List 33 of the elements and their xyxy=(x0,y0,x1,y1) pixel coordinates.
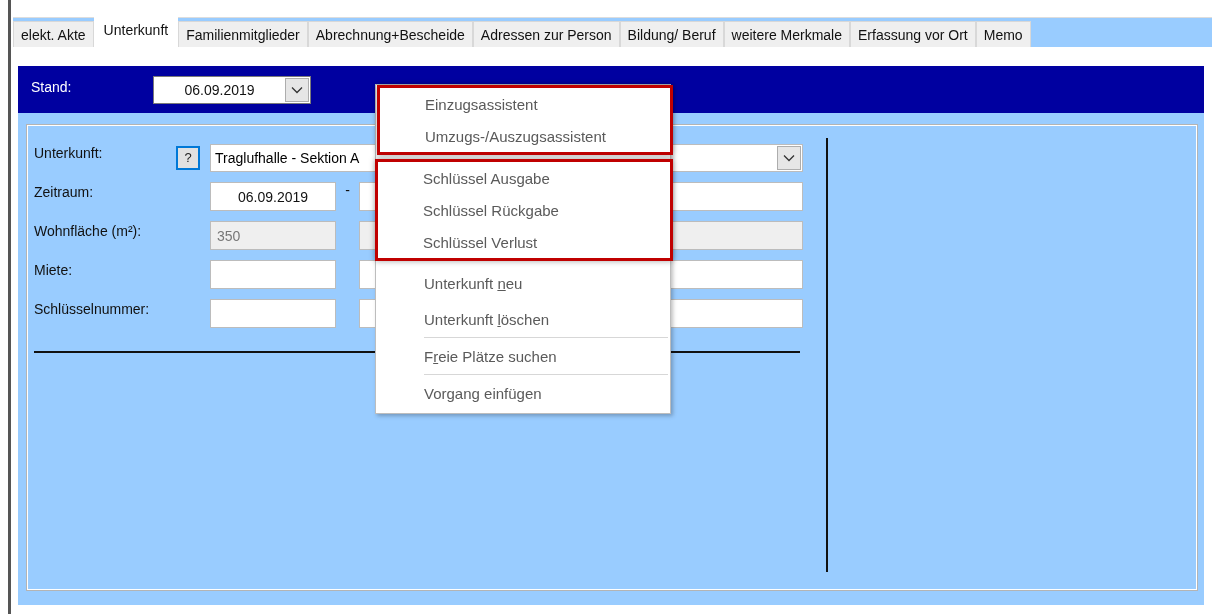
input-field: 350 xyxy=(210,221,336,250)
field-label: Wohnfläche (m²): xyxy=(34,222,143,239)
tab[interactable]: Familienmitglieder xyxy=(178,21,308,47)
tab[interactable]: Memo xyxy=(975,21,1031,47)
tab[interactable]: Bildung/ Beruf xyxy=(619,21,724,47)
tab[interactable]: Unterkunft xyxy=(93,17,179,47)
menu-item[interactable]: Unterkunft löschen xyxy=(376,301,670,337)
field-label: Miete: xyxy=(34,261,74,278)
input-field[interactable] xyxy=(210,299,336,328)
field-label: Unterkunft: xyxy=(34,144,104,161)
menu-item[interactable]: Schlüssel Verlust xyxy=(378,226,670,258)
help-button[interactable]: ? xyxy=(176,145,200,170)
tab[interactable]: elekt. Akte xyxy=(13,21,94,47)
input-field[interactable] xyxy=(210,260,336,289)
date-field[interactable]: 06.09.2019 xyxy=(210,182,336,211)
tab[interactable]: weitere Merkmale xyxy=(723,21,850,47)
tab[interactable]: Abrechnung+Bescheide xyxy=(307,21,473,47)
menu-item[interactable]: Schlüssel Rückgabe xyxy=(378,194,670,226)
menu-item[interactable]: Vorgang einfügen xyxy=(376,375,670,411)
tab[interactable]: Adressen zur Person xyxy=(472,21,620,47)
field-label: Stand: xyxy=(31,78,73,95)
field-label: Schlüsselnummer: xyxy=(34,300,151,317)
menu-item[interactable]: Freie Plätze suchen xyxy=(376,338,670,374)
chevron-down-icon xyxy=(291,85,303,94)
field-label: Zeitraum: xyxy=(34,183,95,200)
chevron-down-icon xyxy=(783,153,795,162)
tab[interactable]: Erfassung vor Ort xyxy=(850,21,976,47)
date-dropdown[interactable]: 06.09.2019 xyxy=(153,75,311,104)
menu-item[interactable]: Umzugs-/Auszugsassistent xyxy=(380,120,670,152)
menu-item[interactable]: Einzugsassistent xyxy=(380,88,670,120)
range-dash: - xyxy=(344,182,351,198)
menu-item[interactable]: Schlüssel Ausgabe xyxy=(378,162,670,194)
menu-item[interactable]: Unterkunft neu xyxy=(376,265,670,301)
